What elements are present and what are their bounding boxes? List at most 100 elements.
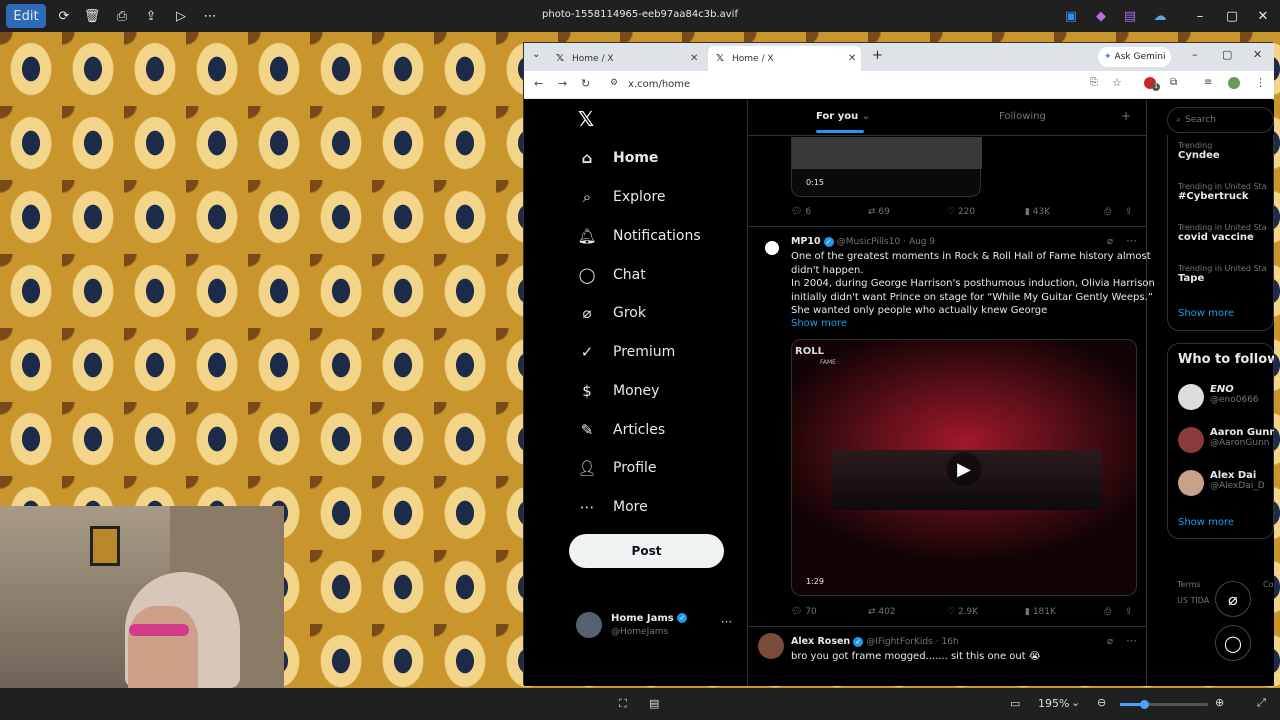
tab-home-x-2[interactable]: 𝕏 Home / X ✕ xyxy=(708,46,861,71)
x-logo[interactable]: 𝕏 xyxy=(578,107,594,131)
video-thumbnail[interactable]: 0:15 xyxy=(791,137,982,197)
new-tab-icon[interactable]: + xyxy=(872,48,883,63)
back-icon[interactable]: ← xyxy=(534,77,543,90)
follow-show-more[interactable]: Show more xyxy=(1178,517,1234,528)
maximize-browser-icon[interactable]: ▢ xyxy=(1222,48,1232,61)
ask-gemini-button[interactable]: ✦ Ask Gemini xyxy=(1098,47,1172,67)
fit-icon[interactable]: ⛶ xyxy=(619,697,627,711)
author-name[interactable]: Alex Rosen xyxy=(791,636,850,647)
tweet-date[interactable]: · Aug 9 xyxy=(903,237,935,247)
account-menu-icon[interactable]: ⋯ xyxy=(721,615,732,628)
views-button[interactable]: ▮ 181K xyxy=(1025,607,1056,617)
follow-item[interactable]: Aaron Gunn @AaronGunn xyxy=(1210,427,1274,448)
nav-notifications[interactable]: 🔔︎ Notifications xyxy=(576,221,700,251)
show-more-link[interactable]: Show more xyxy=(791,318,847,329)
nav-chat[interactable]: ◯ Chat xyxy=(576,260,646,290)
tweet-more-icon[interactable]: ⋯ xyxy=(1126,634,1137,647)
share-icon[interactable]: ⇪ xyxy=(1125,207,1133,217)
bookmark-icon[interactable]: ⎙ xyxy=(1104,207,1111,217)
tab-home-x-1[interactable]: 𝕏 Home / X ✕ xyxy=(548,46,702,71)
like-button[interactable]: ♡ 2.9K xyxy=(947,607,978,617)
minimize-icon[interactable]: – xyxy=(1190,4,1210,28)
extensions-puzzle-icon[interactable]: ⧉ xyxy=(1170,77,1177,88)
minimize-browser-icon[interactable]: – xyxy=(1192,48,1198,61)
close-tab-icon[interactable]: ✕ xyxy=(690,53,698,64)
zoom-dropdown-icon[interactable]: ⌄ xyxy=(1071,696,1080,709)
tweet-avatar[interactable] xyxy=(758,633,784,659)
clipchamp-icon[interactable]: ◆ xyxy=(1093,4,1109,28)
video-player[interactable]: ROLL FAME ▶ 1:29 xyxy=(791,339,1137,596)
zoom-slider-thumb[interactable] xyxy=(1140,700,1149,709)
trends-show-more[interactable]: Show more xyxy=(1178,308,1234,319)
close-tab-icon[interactable]: ✕ xyxy=(848,53,856,64)
tab-following[interactable]: Following xyxy=(999,111,1046,122)
author-handle[interactable]: @MusicPills10 xyxy=(837,237,900,247)
play-icon[interactable]: ▶ xyxy=(947,452,981,486)
nav-articles[interactable]: ✎ Articles xyxy=(576,415,666,445)
nav-more[interactable]: ⋯ More xyxy=(576,492,648,522)
zoom-out-icon[interactable]: ⊖ xyxy=(1097,696,1106,709)
reload-icon[interactable]: ↻ xyxy=(581,77,590,90)
bookmark-star-icon[interactable]: ☆ xyxy=(1112,76,1122,89)
follow-avatar[interactable] xyxy=(1178,427,1204,453)
close-icon[interactable]: ✕ xyxy=(1253,4,1273,28)
zoom-slider[interactable] xyxy=(1120,700,1208,709)
tweet-avatar[interactable] xyxy=(762,238,782,258)
reply-button[interactable]: 💬︎ 70 xyxy=(791,607,817,617)
editor-icon[interactable]: ▣ xyxy=(1063,4,1079,28)
views-button[interactable]: ▮ 43K xyxy=(1025,207,1050,217)
footer-cookie[interactable]: Coo xyxy=(1263,580,1274,589)
media-icon[interactable]: ≡ xyxy=(1204,77,1212,88)
nav-home[interactable]: ⌂ Home xyxy=(576,143,659,173)
footer-terms[interactable]: Terms xyxy=(1177,580,1201,589)
follow-item[interactable]: ENO @eno0666 xyxy=(1210,384,1259,405)
close-browser-icon[interactable]: ✕ xyxy=(1253,48,1262,61)
designer-icon[interactable]: ▤ xyxy=(1122,4,1138,28)
nav-grok[interactable]: ⌀ Grok xyxy=(576,298,646,328)
author-handle[interactable]: @IFightForKids xyxy=(866,637,933,647)
install-icon[interactable]: ⎘ xyxy=(1090,77,1098,88)
follow-avatar[interactable] xyxy=(1178,384,1204,410)
tab-for-you[interactable]: For you ⌄ xyxy=(816,111,870,122)
chat-float-icon[interactable]: ◯ xyxy=(1215,625,1251,661)
tweet-more-icon[interactable]: ⋯ xyxy=(1126,234,1137,247)
reply-button[interactable]: 💬︎ 6 xyxy=(791,207,811,217)
zoom-in-icon[interactable]: ⊕ xyxy=(1215,696,1224,709)
post-button[interactable]: Post xyxy=(569,534,724,568)
repost-button[interactable]: ⇄ 402 xyxy=(868,607,896,617)
nav-explore[interactable]: ⌕ Explore xyxy=(576,182,666,212)
add-feed-icon[interactable]: + xyxy=(1121,109,1131,123)
repost-button[interactable]: ⇄ 69 xyxy=(868,207,890,217)
tweet-date[interactable]: · 16h xyxy=(936,637,959,647)
nav-premium[interactable]: ✓ Premium xyxy=(576,337,676,367)
zoom-level[interactable]: 195% xyxy=(1038,697,1069,710)
trend-item[interactable]: Trending in United Sta covid vaccine xyxy=(1178,223,1267,243)
browser-menu-icon[interactable]: ⋮ xyxy=(1255,76,1266,89)
url-field[interactable]: x.com/home xyxy=(628,79,690,90)
trend-item[interactable]: Trending Cyndee xyxy=(1178,141,1220,161)
share-icon[interactable]: ⇪ xyxy=(1125,607,1133,617)
trend-item[interactable]: Trending in United Sta #Cybertruck xyxy=(1178,182,1267,202)
follow-avatar[interactable] xyxy=(1178,470,1204,496)
search-box[interactable]: ⌕ Search xyxy=(1167,107,1274,133)
grok-float-icon[interactable]: ⌀ xyxy=(1215,581,1251,617)
follow-item[interactable]: Alex Dai @AlexDai_D xyxy=(1210,470,1265,491)
nav-money[interactable]: $ Money xyxy=(576,376,659,406)
expand-icon[interactable]: ⤢ xyxy=(1257,696,1266,710)
bookmark-icon[interactable]: ⎙ xyxy=(1104,607,1111,617)
cloud-icon[interactable]: ☁ xyxy=(1152,4,1168,28)
grok-icon[interactable]: ⌀ xyxy=(1107,636,1113,647)
profile-avatar[interactable] xyxy=(1228,77,1240,89)
fullscreen-icon[interactable]: ▭ xyxy=(1010,697,1020,710)
tab-list-icon[interactable]: ⌄ xyxy=(532,49,540,60)
account-avatar[interactable] xyxy=(576,612,602,638)
like-button[interactable]: ♡ 220 xyxy=(947,207,975,217)
nav-profile[interactable]: 👤︎ Profile xyxy=(576,453,656,483)
site-info-icon[interactable]: ⚙ xyxy=(610,78,618,88)
info-icon[interactable]: ▤ xyxy=(649,697,659,710)
forward-icon[interactable]: → xyxy=(558,77,567,90)
author-name[interactable]: MP10 xyxy=(791,236,821,247)
trend-item[interactable]: Trending in United Sta Tape xyxy=(1178,264,1267,284)
grok-icon[interactable]: ⌀ xyxy=(1107,236,1113,247)
maximize-icon[interactable]: ▢ xyxy=(1222,4,1242,28)
